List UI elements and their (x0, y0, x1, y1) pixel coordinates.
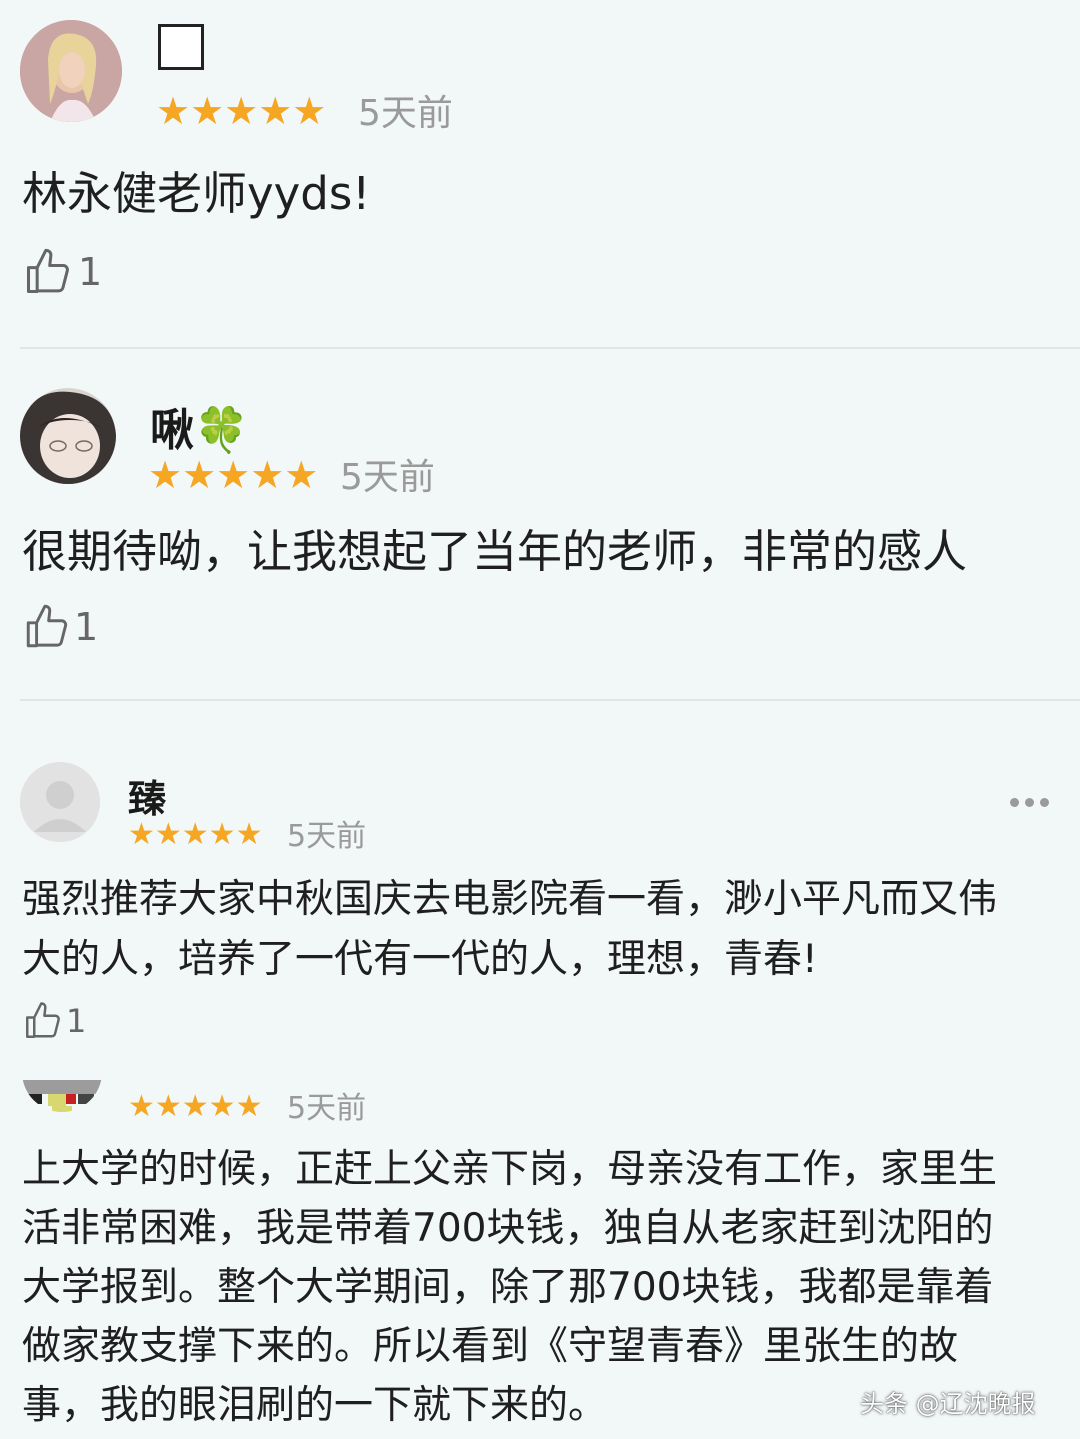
default-user-icon (20, 762, 100, 842)
more-options-button[interactable] (1010, 798, 1049, 807)
timestamp: 5天前 (287, 1091, 367, 1126)
thumbs-up-icon (26, 604, 68, 648)
thumbs-up-icon (26, 248, 69, 294)
thumbs-up-icon (26, 1002, 60, 1038)
rating-stars: ★★★★★ (128, 817, 263, 852)
source-watermark: 头条 @辽沈晚报 (860, 1390, 1036, 1418)
avatar[interactable] (20, 20, 122, 122)
like-count: 1 (74, 605, 99, 649)
username-placeholder-box (158, 24, 204, 70)
timestamp: 5天前 (287, 819, 367, 854)
username[interactable]: 啾🍀 (150, 394, 249, 458)
blonde-woman-avatar-image (20, 20, 122, 122)
avatar[interactable] (20, 762, 100, 842)
dot-icon (1040, 798, 1049, 807)
pixel-avatar-image (22, 1080, 102, 1112)
comment-text: 强烈推荐大家中秋国庆去电影院看一看，渺小平凡而又伟 大的人，培养了一代有一代的人… (22, 877, 998, 982)
like-count: 1 (66, 1002, 87, 1040)
divider (20, 347, 1080, 349)
like-button[interactable]: 1 (22, 602, 98, 652)
comment-text: 林永健老师yyds! (22, 167, 371, 220)
rating-stars: ★★★★★ (128, 1089, 263, 1124)
like-button[interactable]: 1 (22, 246, 102, 298)
girl-avatar-image (20, 388, 116, 484)
username[interactable]: 臻 (128, 768, 166, 823)
dot-icon (1010, 798, 1019, 807)
timestamp: 5天前 (358, 93, 453, 134)
avatar[interactable] (20, 388, 116, 484)
timestamp: 5天前 (340, 457, 435, 498)
divider (20, 699, 1080, 701)
like-button[interactable]: 1 (22, 1000, 86, 1042)
rating-stars: ★★★★★ (156, 89, 327, 133)
like-count: 1 (78, 250, 103, 294)
comment-text: 很期待呦，让我想起了当年的老师，非常的感人 (22, 525, 968, 578)
comment-text: 上大学的时候，正赶上父亲下岗，母亲没有工作，家里生 活非常困难，我是带着700块… (22, 1147, 998, 1428)
avatar[interactable] (22, 1060, 102, 1112)
dot-icon (1025, 798, 1034, 807)
rating-stars: ★★★★★ (148, 453, 319, 497)
